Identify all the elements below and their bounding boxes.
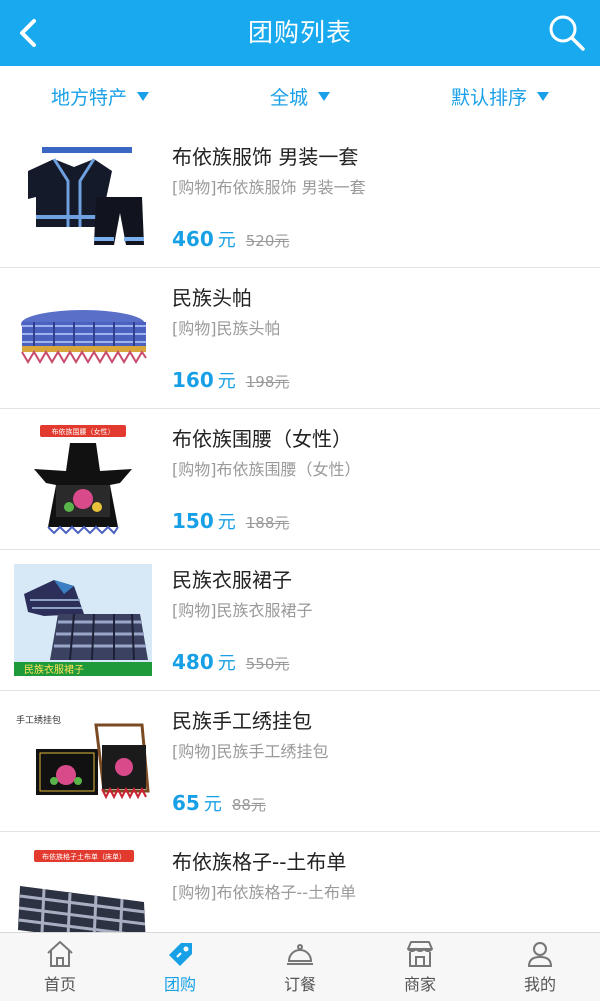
list-item[interactable]: 布依族服饰 男装一套 [购物]布依族服饰 男装一套 460 元 520元 [0,127,600,268]
user-icon [527,942,553,967]
home-icon [47,941,73,967]
price: 150 元 188元 [172,507,289,537]
product-image: 布依族格子土布单（床单） [14,846,152,932]
filter-area[interactable]: 全城 [200,66,400,127]
product-image: 民族衣服裙子 [14,564,152,676]
tab-profile[interactable]: 我的 [480,933,600,1001]
filter-sort-label: 默认排序 [450,87,527,109]
product-desc: [购物]布依族服饰 男装一套 [172,178,366,197]
tab-home[interactable]: 首页 [0,933,120,1001]
list-item[interactable]: 民族衣服裙子 民族衣服裙子 [购物]民族衣服裙子 480 元 550元 [0,550,600,691]
group-buy-list: 布依族服饰 男装一套 [购物]布依族服饰 男装一套 460 元 520元 民族头帕 … [0,127,600,932]
list-item[interactable]: 布依族格子土布单（床单） 布依族格子--土布单 [购物]布依族格子--土布单 [0,832,600,932]
product-banner-text: 布依族围腰（女性） [52,427,115,436]
product-image [14,282,152,394]
product-desc: [购物]民族头帕 [172,319,281,338]
tab-group-buy-label: 团购 [163,975,196,994]
price: 160 元 198元 [172,366,289,396]
tab-home-label: 首页 [43,975,76,994]
original-price: 550元 [245,655,290,673]
tag-icon [169,943,192,966]
app-header: 团购列表 [0,0,600,66]
product-name: 布依族围腰（女性） [172,427,352,451]
tab-merchants-label: 商家 [403,975,436,994]
price-value: 65 [172,791,200,815]
price-unit: 元 [217,371,236,392]
price-value: 150 [172,509,214,533]
filter-category[interactable]: 地方特产 [0,66,200,127]
product-desc: [购物]民族手工绣挂包 [172,742,329,761]
price: 460 元 520元 [172,225,289,255]
product-banner-text: 手工绣挂包 [16,714,61,726]
original-price: 198元 [245,373,290,391]
product-desc: [购物]民族衣服裙子 [172,601,313,620]
price-unit: 元 [217,653,236,674]
page-title: 团购列表 [247,18,352,47]
product-banner-text: 布依族格子土布单（床单） [42,852,126,861]
price-unit: 元 [217,230,236,251]
product-image: 布依族围腰（女性） [14,423,152,535]
product-banner-text: 民族衣服裙子 [24,663,84,676]
tab-profile-label: 我的 [523,975,556,994]
tab-group-buy[interactable]: 团购 [120,933,240,1001]
product-name: 布依族服饰 男装一套 [172,145,359,169]
product-name: 民族头帕 [172,286,252,310]
price-unit: 元 [217,512,236,533]
filter-category-label: 地方特产 [50,87,127,109]
product-name: 民族衣服裙子 [172,568,292,592]
list-item[interactable]: 民族头帕 [购物]民族头帕 160 元 198元 [0,268,600,409]
original-price: 88元 [231,796,266,814]
list-item[interactable]: 手工绣挂包 民族手工绣挂包 [购物]民族手工绣挂包 65 元 88元 [0,691,600,832]
search-icon[interactable] [546,12,588,54]
bottom-tab-bar: 首页 团购 订餐 商家 我的 [0,932,600,1001]
dropdown-arrow-icon [537,92,549,101]
list-item[interactable]: 布依族围腰（女性） 布依族围腰（女性） [购物]布依族围腰（女性） 150 元 18… [0,409,600,550]
original-price: 520元 [245,232,290,250]
price: 480 元 550元 [172,648,289,678]
price-unit: 元 [203,794,222,815]
price-value: 480 [172,650,214,674]
tab-dining[interactable]: 订餐 [240,933,360,1001]
product-desc: [购物]布依族格子--土布单 [172,883,357,902]
filter-area-label: 全城 [269,87,308,109]
price-value: 160 [172,368,214,392]
dropdown-arrow-icon [137,92,149,101]
product-name: 布依族格子--土布单 [172,850,347,874]
price: 65 元 88元 [172,789,266,819]
filter-sort[interactable]: 默认排序 [400,66,600,127]
product-image [14,141,152,253]
product-desc: [购物]布依族围腰（女性） [172,460,361,479]
tab-dining-label: 订餐 [283,975,316,994]
original-price: 188元 [245,514,290,532]
tab-merchants[interactable]: 商家 [360,933,480,1001]
price-value: 460 [172,227,214,251]
product-image: 手工绣挂包 [14,705,152,817]
product-name: 民族手工绣挂包 [172,709,312,733]
dropdown-arrow-icon [318,92,330,101]
store-icon [407,941,433,967]
filter-bar: 地方特产 全城 默认排序 [0,66,600,128]
dining-bell-icon [287,944,313,965]
